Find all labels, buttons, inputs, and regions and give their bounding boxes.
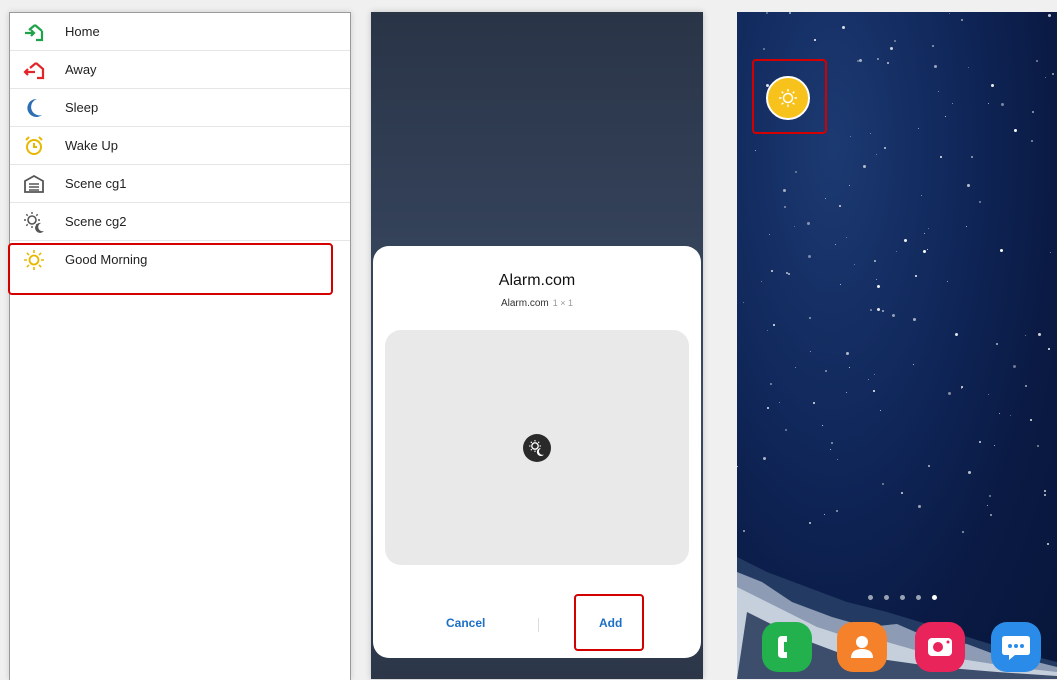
widget-picker-panel: Alarm.com Alarm.com 1 × 1 Cancel Add: [371, 12, 703, 679]
page-dot-5-active[interactable]: [932, 595, 937, 600]
garage-icon: [24, 174, 44, 193]
page-dot-1[interactable]: [868, 595, 873, 600]
alarm-clock-icon: [25, 136, 43, 155]
cancel-button[interactable]: Cancel: [446, 616, 485, 630]
home-screen-panel: [737, 12, 1057, 679]
widget-app-name: Alarm.com: [500, 298, 549, 309]
scene-label: Away: [65, 62, 97, 77]
scene-row-home[interactable]: Home: [10, 13, 350, 51]
scene-row-sleep[interactable]: Sleep: [10, 89, 350, 127]
contacts-app-icon[interactable]: [837, 622, 887, 672]
phone-app-icon[interactable]: [762, 622, 812, 672]
button-divider: [538, 618, 539, 632]
sun-icon: [779, 89, 797, 107]
scene-label: Sleep: [65, 100, 99, 115]
page-dot-3[interactable]: [900, 595, 905, 600]
sun-icon: [24, 250, 44, 270]
camera-app-icon[interactable]: [915, 622, 965, 672]
scene-label: Scene cg2: [65, 214, 127, 229]
scene-label: Good Morning: [65, 252, 148, 267]
scene-label: Wake Up: [65, 138, 118, 153]
scene-label: Home: [65, 24, 100, 39]
add-button[interactable]: Add: [599, 616, 622, 630]
scene-row-scene-cg2[interactable]: Scene cg2: [10, 203, 350, 241]
widget-size: 1 × 1: [552, 298, 574, 308]
widget-preview: [385, 330, 689, 565]
add-widget-dialog: Alarm.com Alarm.com 1 × 1 Cancel Add: [373, 246, 701, 658]
page-dot-2[interactable]: [884, 595, 889, 600]
scene-row-good-morning[interactable]: Good Morning: [10, 241, 350, 278]
scene-row-scene-cg1[interactable]: Scene cg1: [10, 165, 350, 203]
dialog-title: Alarm.com: [498, 272, 576, 289]
scene-list-panel: Home Away Sleep Wake Up Scene cg1 Scene …: [9, 12, 351, 680]
good-morning-widget[interactable]: [766, 76, 810, 120]
dialog-subtitle: Alarm.com 1 × 1: [373, 298, 701, 309]
scene-row-away[interactable]: Away: [10, 51, 350, 89]
scene-label: Scene cg1: [65, 176, 127, 191]
messages-app-icon[interactable]: [991, 622, 1041, 672]
sun-moon-icon: [24, 212, 44, 233]
scene-row-wake-up[interactable]: Wake Up: [10, 127, 350, 165]
home-enter-icon: [25, 24, 44, 42]
moon-icon: [27, 98, 42, 117]
sun-moon-icon: [523, 434, 551, 462]
page-dot-4[interactable]: [916, 595, 921, 600]
away-exit-icon: [23, 62, 45, 80]
